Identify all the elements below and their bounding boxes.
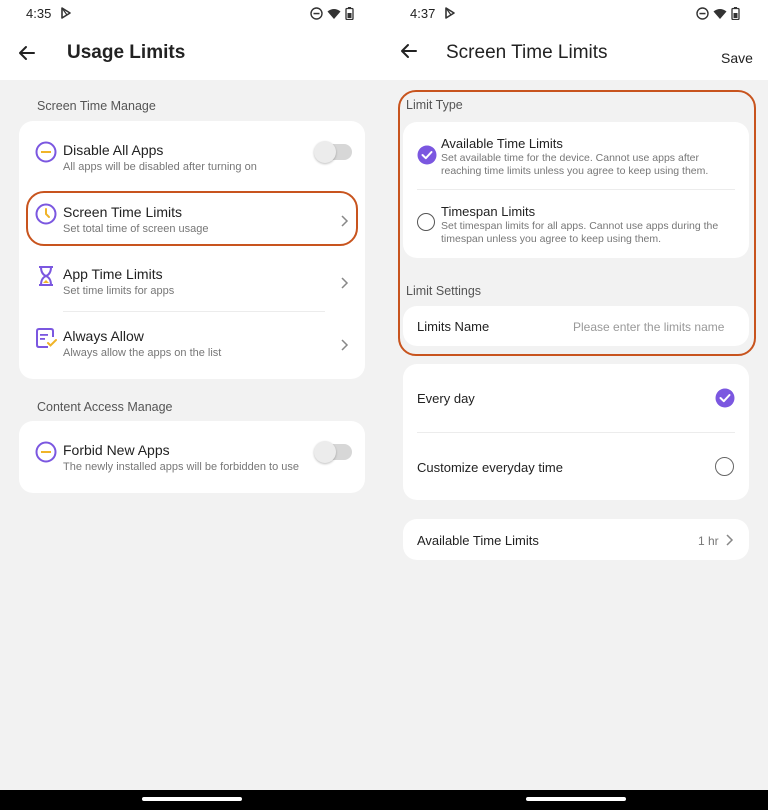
- chevron-right-icon: [341, 277, 349, 289]
- status-icons: [696, 7, 740, 20]
- row-title: App Time Limits: [63, 266, 163, 282]
- option-description: Set available time for the device. Canno…: [441, 152, 709, 177]
- chevron-right-icon: [726, 534, 734, 546]
- option-description: Set timespan limits for all apps. Cannot…: [441, 220, 719, 245]
- row-subtitle: Set time limits for apps: [63, 285, 175, 297]
- schedule-card: Every day Customize everyday time: [403, 364, 749, 500]
- app-bar: Screen Time Limits Save: [384, 28, 768, 80]
- section-label-limit-type: Limit Type: [406, 98, 463, 112]
- row-subtitle: Always allow the apps on the list: [63, 347, 222, 359]
- disable-all-apps-toggle[interactable]: [314, 141, 352, 163]
- battery-icon: [345, 7, 354, 20]
- wifi-icon: [327, 8, 341, 19]
- option-label: Customize everyday time: [417, 460, 563, 475]
- screen-time-limits-screen: 4:37 Screen Time Limits Save Limit Type …: [384, 0, 768, 790]
- every-day-option[interactable]: Every day: [403, 364, 749, 432]
- row-divider: [63, 311, 325, 312]
- app-bar: Usage Limits: [0, 28, 384, 80]
- dnd-icon: [696, 7, 709, 20]
- toggle-knob: [314, 141, 336, 163]
- status-time: 4:35: [26, 6, 52, 21]
- status-time: 4:37: [410, 6, 436, 21]
- section-label-limit-settings: Limit Settings: [406, 284, 482, 298]
- wifi-icon: [713, 8, 727, 19]
- hourglass-icon: [39, 266, 53, 286]
- limits-name-input[interactable]: Please enter the limits name: [573, 320, 724, 334]
- battery-icon: [731, 7, 740, 20]
- status-bar: 4:35: [0, 0, 384, 28]
- option-title: Timespan Limits: [441, 204, 536, 219]
- radio-unchecked-icon: [715, 457, 734, 476]
- dnd-icon: [310, 7, 323, 20]
- play-store-icon: [61, 7, 71, 19]
- limit-type-card: Available Time Limits Set available time…: [403, 122, 749, 258]
- screen-time-manage-card: Disable All Apps All apps will be disabl…: [19, 121, 365, 379]
- row-subtitle: Set total time of screen usage: [63, 223, 209, 235]
- status-bar: 4:37: [384, 0, 768, 28]
- back-arrow-icon[interactable]: [398, 40, 420, 62]
- content-access-card: Forbid New Apps The newly installed apps…: [19, 421, 365, 493]
- page-title: Screen Time Limits: [446, 42, 608, 63]
- minus-circle-icon: [35, 441, 57, 463]
- chevron-right-icon: [341, 215, 349, 227]
- toggle-knob: [314, 441, 336, 463]
- usage-limits-screen: 4:35 Usage Limits Screen Time Manage Dis…: [0, 0, 384, 790]
- radio-unchecked-icon: [417, 213, 435, 231]
- customize-everyday-time-option[interactable]: Customize everyday time: [403, 433, 749, 500]
- chevron-right-icon: [341, 339, 349, 351]
- timespan-limits-option[interactable]: Timespan Limits Set timespan limits for …: [403, 190, 749, 256]
- app-time-limits-row[interactable]: App Time Limits Set time limits for apps: [19, 255, 365, 309]
- available-time-label: Available Time Limits: [417, 533, 539, 548]
- limits-name-label: Limits Name: [417, 319, 490, 334]
- home-gesture-handle[interactable]: [526, 797, 626, 801]
- back-arrow-icon[interactable]: [16, 42, 38, 64]
- row-subtitle: All apps will be disabled after turning …: [63, 161, 257, 173]
- always-allow-row[interactable]: Always Allow Always allow the apps on th…: [19, 317, 365, 371]
- forbid-new-apps-toggle[interactable]: [314, 441, 352, 463]
- check-circle-icon: [715, 388, 735, 408]
- available-time-card[interactable]: Available Time Limits 1 hr: [403, 519, 749, 560]
- forbid-new-apps-row[interactable]: Forbid New Apps The newly installed apps…: [19, 421, 365, 493]
- section-label-content-access: Content Access Manage: [37, 400, 173, 414]
- option-label: Every day: [417, 391, 475, 406]
- row-title: Forbid New Apps: [63, 442, 170, 458]
- row-subtitle: The newly installed apps will be forbidd…: [63, 461, 300, 473]
- page-title: Usage Limits: [67, 42, 186, 63]
- check-circle-icon: [417, 145, 437, 165]
- available-time-limits-option[interactable]: Available Time Limits Set available time…: [403, 122, 749, 188]
- section-label-screen-time: Screen Time Manage: [37, 99, 156, 113]
- clock-icon: [35, 203, 57, 225]
- available-time-value: 1 hr: [698, 534, 719, 548]
- save-button[interactable]: Save: [721, 50, 753, 66]
- limits-name-card: Limits Name Please enter the limits name: [403, 306, 749, 346]
- screen-time-limits-row[interactable]: Screen Time Limits Set total time of scr…: [19, 193, 365, 247]
- row-title: Always Allow: [63, 328, 144, 344]
- allow-list-icon: [36, 328, 57, 348]
- disable-all-apps-row[interactable]: Disable All Apps All apps will be disabl…: [19, 121, 365, 185]
- row-title: Screen Time Limits: [63, 204, 183, 220]
- option-title: Available Time Limits: [441, 136, 563, 151]
- navigation-bar: [0, 790, 768, 810]
- minus-circle-icon: [35, 141, 57, 163]
- play-store-icon: [445, 7, 455, 19]
- home-gesture-handle[interactable]: [142, 797, 242, 801]
- status-icons: [310, 7, 354, 20]
- row-title: Disable All Apps: [63, 142, 164, 158]
